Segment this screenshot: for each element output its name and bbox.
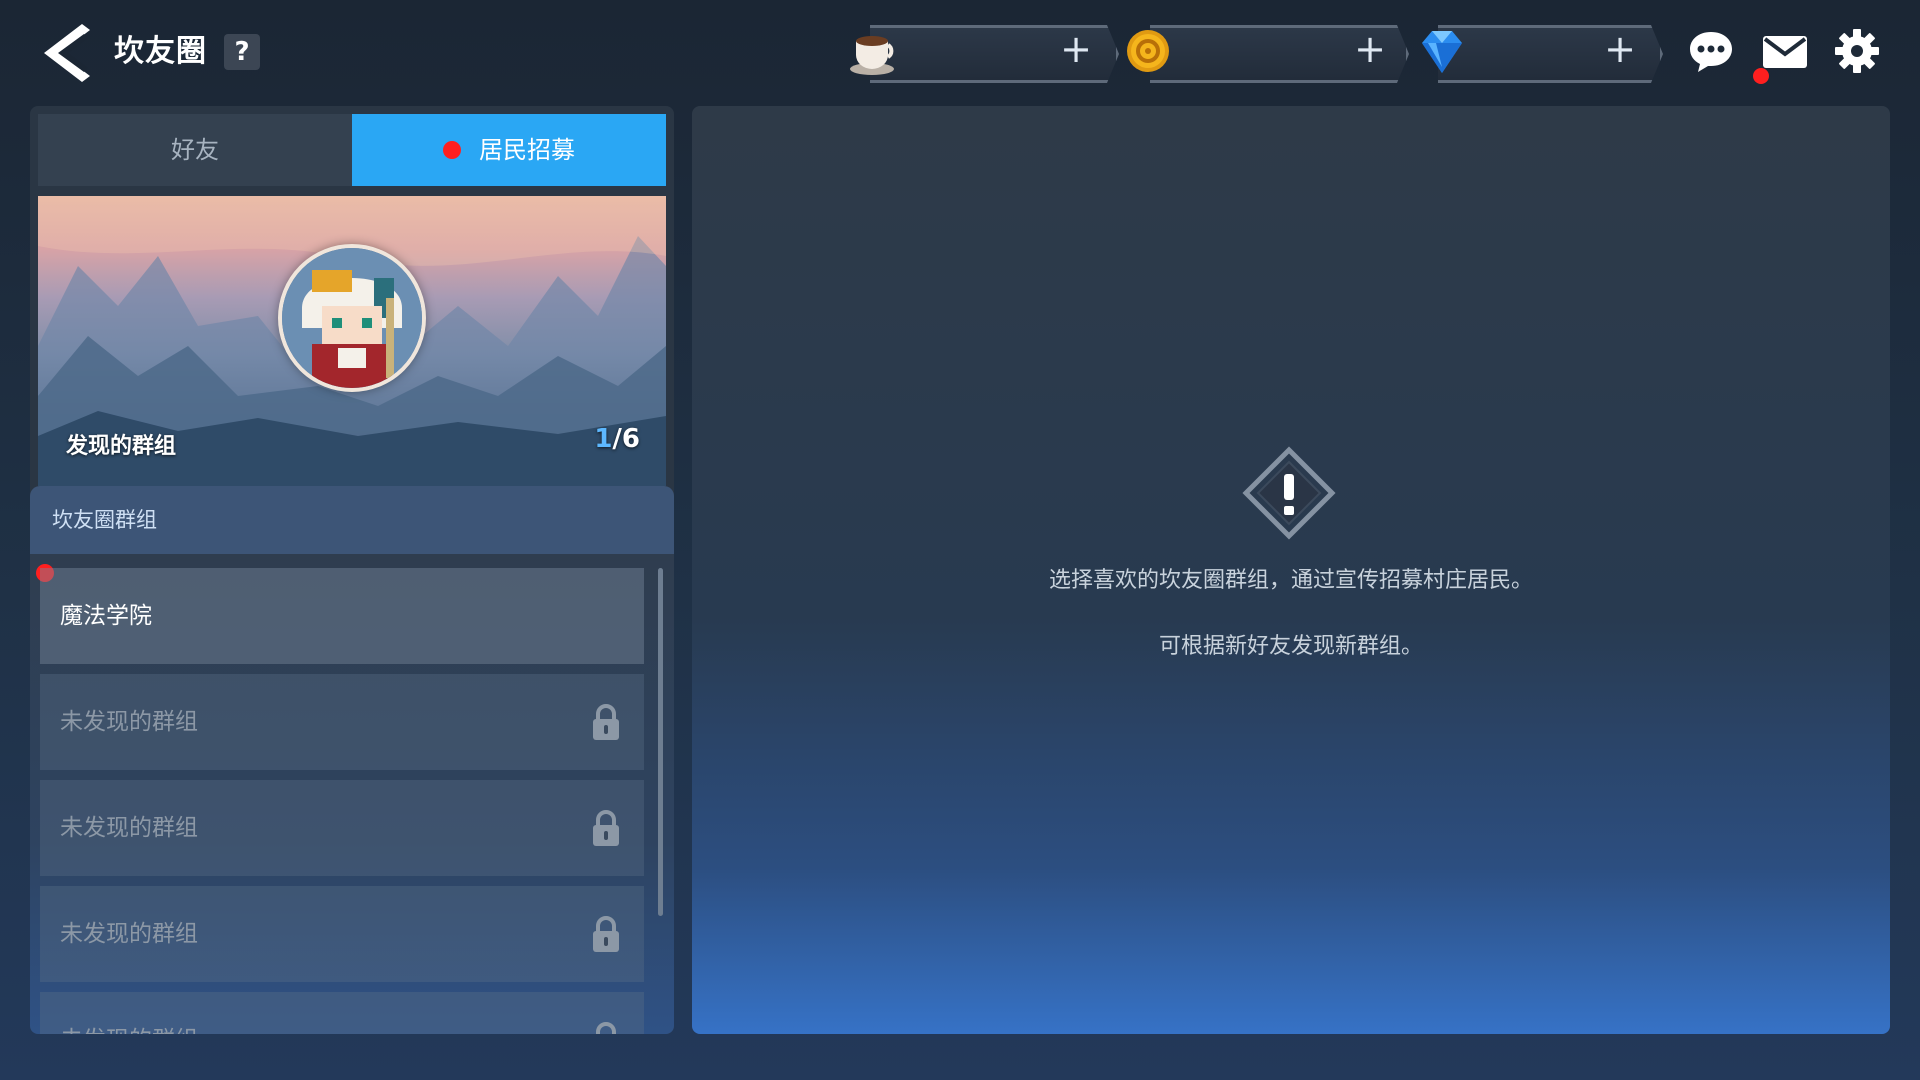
group-item-label: 未发现的群组 [60, 921, 198, 947]
discovered-count-total: /6 [612, 424, 640, 454]
discovered-groups-banner: 发现的群组 1/6 [38, 196, 666, 486]
help-button[interactable]: ? [224, 34, 260, 70]
currency-coffee-add-button[interactable]: + [1056, 29, 1096, 69]
tab-friends-label: 好友 [171, 136, 219, 164]
chat-bubble-icon[interactable] [1686, 26, 1736, 76]
back-button[interactable] [38, 20, 94, 86]
notice-text-secondary: 可根据新好友发现新群组。 [1158, 634, 1423, 659]
group-section-header: 坎友圈群组 [30, 486, 674, 554]
lock-icon [596, 1022, 616, 1034]
blue-gem-icon [1422, 31, 1462, 73]
tab-recruit-label: 居民招募 [479, 136, 575, 164]
lock-icon [593, 810, 619, 846]
gear-icon[interactable] [1832, 26, 1882, 76]
list-item-locked-group[interactable]: 未发现的群组 [40, 674, 644, 770]
mail-notification-dot [1753, 68, 1769, 84]
group-list: 魔法学院 未发现的群组 未发现的群组 未发现的群组 [30, 554, 674, 1034]
list-item-locked-group[interactable]: 未发现的群组 [40, 780, 644, 876]
discovered-groups-label: 发现的群组 [66, 434, 177, 459]
detail-panel: 选择喜欢的坎友圈群组，通过宣传招募村庄居民。 可根据新好友发现新群组。 [692, 106, 1890, 1034]
top-bar: 坎友圈 ? + + + [0, 0, 1920, 100]
tab-bar: 好友 居民招募 [38, 114, 666, 186]
character-avatar [278, 244, 426, 392]
list-item-locked-group[interactable]: 未发现的群组 [40, 886, 644, 982]
currency-coffee: + [846, 23, 1116, 79]
app-screen: 坎友圈 ? + + + 好友 居民招募 发现的群组 1/6 坎友圈群组 魔法学院… [0, 0, 1920, 1080]
discovered-count-current: 1 [594, 424, 613, 454]
group-list-scrollbar[interactable] [658, 568, 663, 916]
lock-icon [593, 916, 619, 952]
gold-coin-icon [1127, 30, 1169, 72]
pixel-character-icon [282, 248, 422, 388]
lock-icon [593, 704, 619, 740]
group-item-label: 魔法学院 [60, 603, 152, 629]
notice-text-primary: 选择喜欢的坎友圈群组，通过宣传招募村庄居民。 [1048, 568, 1533, 593]
currency-gold: + [1126, 23, 1406, 79]
group-item-label: 未发现的群组 [60, 815, 198, 841]
discovered-groups-count: 1/6 [594, 424, 640, 454]
tab-resident-recruit[interactable]: 居民招募 [352, 114, 666, 186]
mail-icon[interactable] [1760, 26, 1810, 76]
left-panel: 好友 居民招募 发现的群组 1/6 坎友圈群组 魔法学院 未发现的群组 未发现的… [30, 106, 674, 1034]
tab-friends[interactable]: 好友 [38, 114, 352, 186]
group-section-title: 坎友圈群组 [52, 508, 157, 532]
list-item-locked-group[interactable]: 未发现的群组 [40, 992, 644, 1034]
group-item-label: 未发现的群组 [60, 992, 198, 1034]
coffee-cup-icon [850, 36, 894, 75]
tab-notification-dot [443, 141, 461, 159]
group-item-label: 未发现的群组 [60, 709, 198, 735]
currency-gem-add-button[interactable]: + [1600, 29, 1640, 69]
list-item-magic-academy[interactable]: 魔法学院 [40, 568, 644, 664]
currency-gold-add-button[interactable]: + [1350, 29, 1390, 69]
back-arrow-icon [44, 24, 90, 82]
exclamation-diamond-icon [1242, 446, 1336, 540]
currency-gem: + [1414, 23, 1660, 79]
page-title: 坎友圈 [114, 34, 207, 69]
